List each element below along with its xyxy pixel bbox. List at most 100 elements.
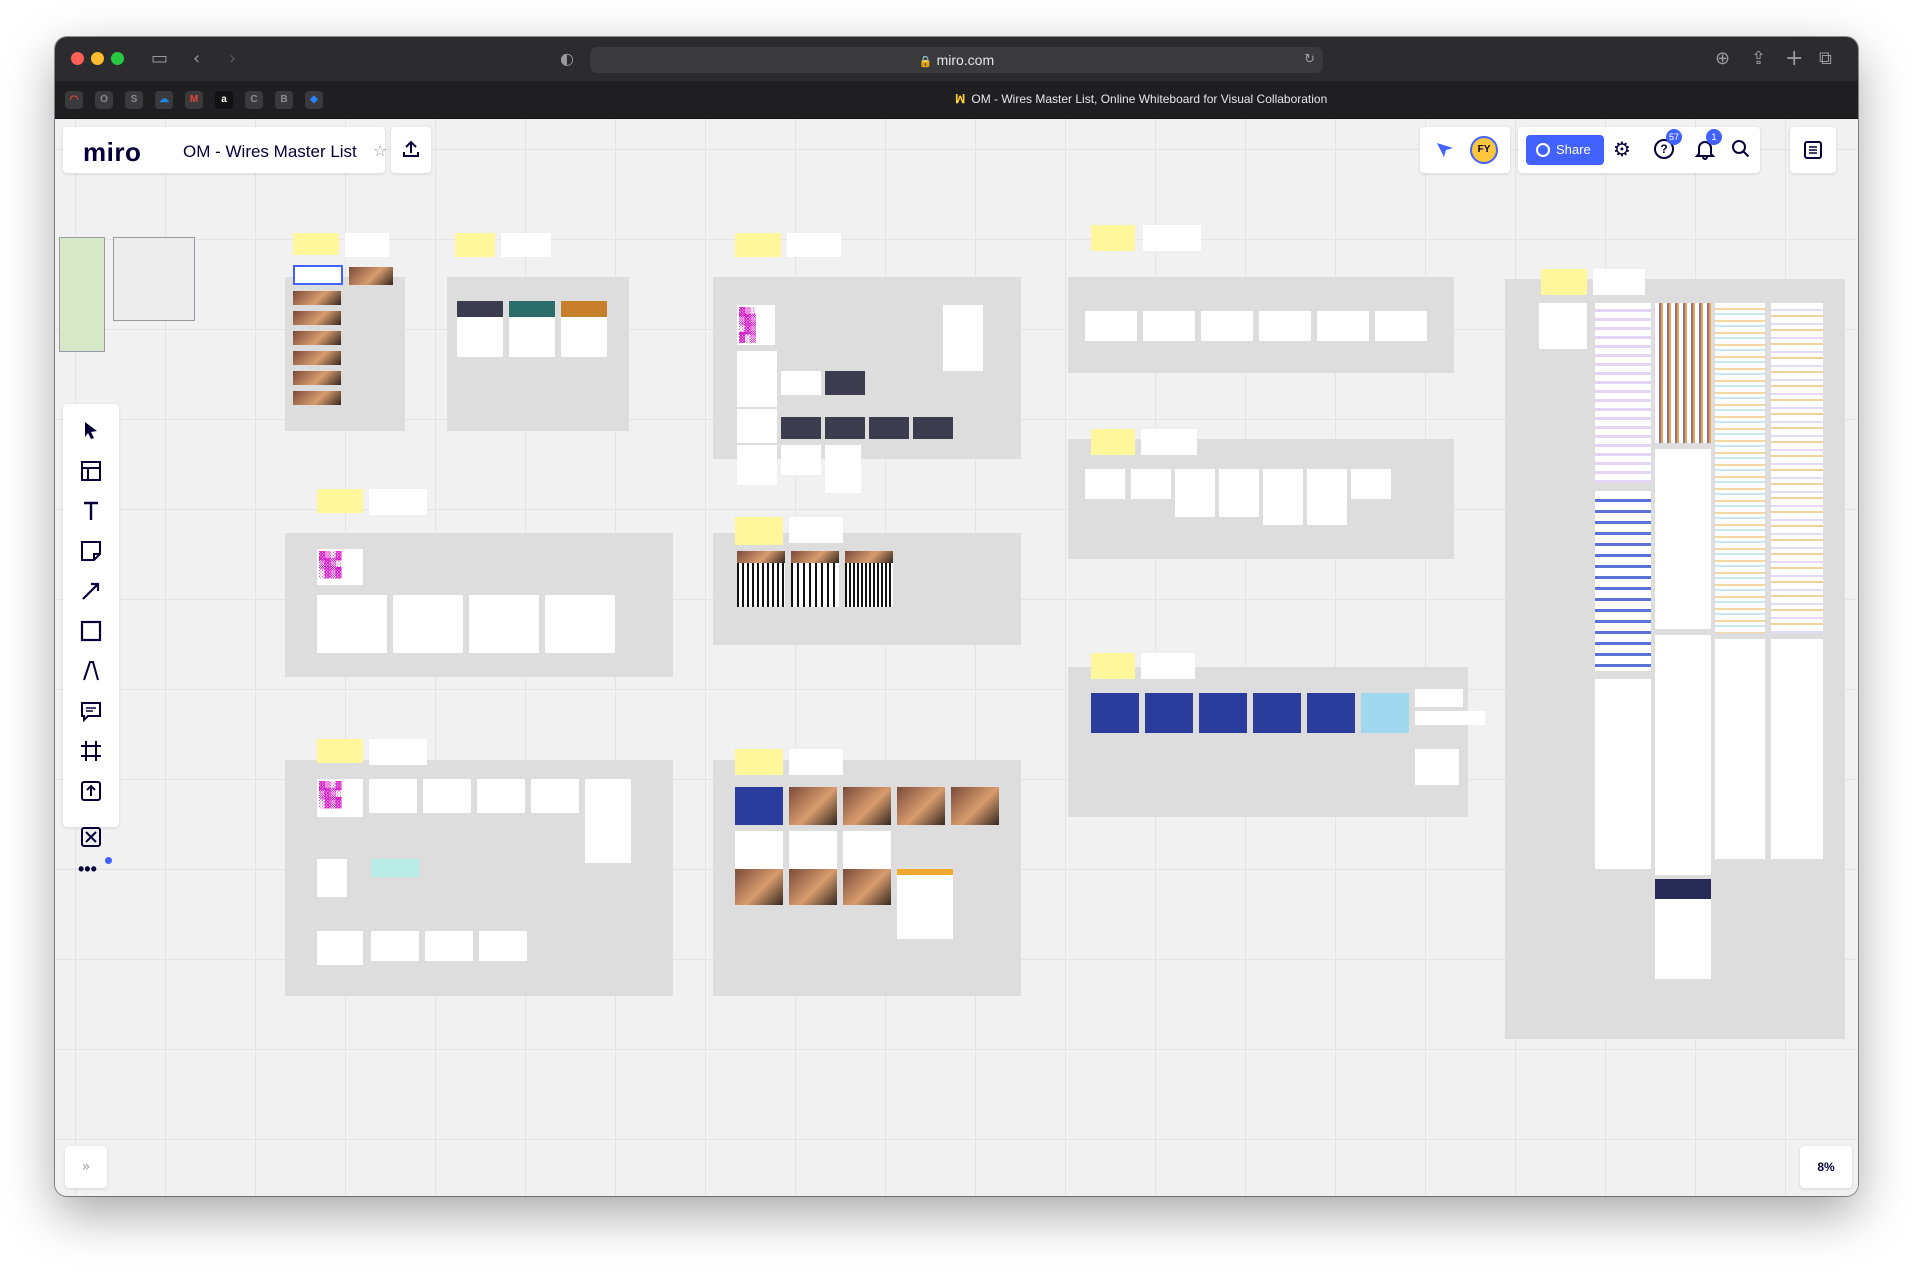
download-icon[interactable]: ⊕ bbox=[1715, 47, 1730, 71]
card-log-in-3[interactable] bbox=[1199, 693, 1247, 733]
card-components-4[interactable] bbox=[1715, 303, 1765, 633]
card-events-listing-6[interactable] bbox=[1351, 469, 1391, 499]
card-content-2[interactable] bbox=[423, 779, 471, 813]
frame-log-in[interactable] bbox=[1068, 667, 1468, 817]
forward-icon[interactable]: › bbox=[229, 47, 236, 71]
miro-logo[interactable]: miro bbox=[83, 137, 141, 168]
tab-overview-icon[interactable]: ⧉ bbox=[1819, 47, 1832, 71]
card-event-details-side[interactable] bbox=[943, 305, 983, 371]
favicon-b-icon[interactable]: B bbox=[275, 91, 293, 109]
board-thumbnail-2[interactable] bbox=[113, 237, 195, 321]
card-content-pages-header[interactable] bbox=[369, 739, 427, 765]
card-insights-header[interactable] bbox=[789, 517, 843, 543]
sticky-note-events-listing[interactable] bbox=[1091, 429, 1135, 455]
board-menu-icon[interactable] bbox=[1802, 139, 1824, 161]
card-insights-chart-2[interactable] bbox=[791, 563, 839, 607]
card-event-details-modal-3[interactable] bbox=[825, 417, 865, 439]
card-events-2[interactable] bbox=[393, 595, 463, 653]
card-contacts-2[interactable] bbox=[1143, 311, 1195, 341]
card-content-1[interactable] bbox=[369, 779, 417, 813]
card-log-in-5[interactable] bbox=[1307, 693, 1355, 733]
card-log-in-4[interactable] bbox=[1253, 693, 1301, 733]
card-components-10[interactable] bbox=[1715, 639, 1765, 859]
card-components-header[interactable] bbox=[1593, 269, 1645, 295]
card-event-details-header[interactable] bbox=[787, 233, 841, 257]
zoom-level[interactable]: 8% bbox=[1800, 1146, 1852, 1188]
card-logged-in-8[interactable] bbox=[843, 831, 891, 871]
card-components-7[interactable] bbox=[1655, 449, 1711, 629]
card-events-listing-header[interactable] bbox=[1141, 429, 1197, 455]
card-landing-header[interactable] bbox=[345, 233, 389, 257]
card-components-12[interactable] bbox=[1655, 879, 1711, 979]
card-components-8[interactable] bbox=[1595, 679, 1651, 869]
card-log-in-6[interactable] bbox=[1361, 693, 1409, 733]
shape-tool-icon[interactable] bbox=[78, 618, 104, 644]
card-landing-photo-6[interactable] bbox=[293, 371, 341, 385]
favicon-c-icon[interactable]: C bbox=[245, 91, 263, 109]
card-logged-in-7[interactable] bbox=[789, 831, 837, 871]
favicon-o-icon[interactable]: O bbox=[95, 91, 113, 109]
close-window-button[interactable] bbox=[71, 52, 84, 65]
card-contacts-4[interactable] bbox=[1259, 311, 1311, 341]
card-event-details-5[interactable] bbox=[781, 445, 821, 475]
card-events-listing-2[interactable] bbox=[1175, 469, 1215, 517]
card-logged-in-header[interactable] bbox=[789, 749, 843, 775]
card-events-listing-3[interactable] bbox=[1219, 469, 1259, 517]
comment-icon[interactable] bbox=[78, 698, 104, 724]
frame-events-listing[interactable] bbox=[1068, 439, 1454, 559]
maximize-window-button[interactable] bbox=[111, 52, 124, 65]
card-content-7[interactable] bbox=[371, 931, 419, 961]
card-content-8[interactable] bbox=[425, 931, 473, 961]
sticky-note-content-pages[interactable] bbox=[317, 739, 363, 763]
card-logged-in-6[interactable] bbox=[735, 831, 783, 871]
card-programs-header[interactable] bbox=[501, 233, 551, 257]
sidebar-toggle-icon[interactable]: ▭ bbox=[151, 47, 168, 71]
card-content-label-3[interactable] bbox=[317, 931, 363, 965]
favicon-s-icon[interactable]: S bbox=[125, 91, 143, 109]
card-events-4[interactable] bbox=[545, 595, 615, 653]
settings-sliders-icon[interactable]: ⚙ bbox=[1613, 137, 1631, 161]
card-log-in-9[interactable] bbox=[1415, 749, 1459, 785]
card-content-5[interactable] bbox=[585, 779, 631, 863]
card-log-in-1[interactable] bbox=[1091, 693, 1139, 733]
reload-icon[interactable]: ↻ bbox=[1304, 47, 1315, 73]
card-event-details-4[interactable] bbox=[737, 445, 777, 485]
card-logged-in-4[interactable] bbox=[897, 787, 945, 825]
embed-icon[interactable] bbox=[78, 824, 104, 850]
search-icon[interactable] bbox=[1730, 138, 1752, 160]
card-landing-photo-3[interactable] bbox=[293, 311, 341, 325]
card-content-9[interactable] bbox=[479, 931, 527, 961]
card-event-details-3[interactable] bbox=[737, 409, 777, 443]
card-components-6[interactable] bbox=[1595, 491, 1651, 671]
address-bar[interactable]: 🔒 miro.com ↻ bbox=[590, 47, 1323, 73]
card-event-details-modal-2[interactable] bbox=[781, 417, 821, 439]
card-content-6[interactable] bbox=[371, 859, 419, 877]
upload-icon[interactable] bbox=[400, 138, 422, 160]
privacy-shield-icon[interactable]: ◐ bbox=[560, 47, 574, 71]
sticky-note-events[interactable] bbox=[317, 489, 363, 513]
card-landing-photo-4[interactable] bbox=[293, 331, 341, 345]
card-landing-photo[interactable] bbox=[349, 267, 393, 285]
card-log-in-2[interactable] bbox=[1145, 693, 1193, 733]
star-icon[interactable]: ☆ bbox=[373, 141, 387, 160]
expand-panel-button[interactable]: » bbox=[65, 1146, 107, 1188]
card-events-3[interactable] bbox=[469, 595, 539, 653]
card-components-3[interactable] bbox=[1655, 303, 1711, 443]
minimize-window-button[interactable] bbox=[91, 52, 104, 65]
card-contacts-1[interactable] bbox=[1085, 311, 1137, 341]
favicon-gmail-icon[interactable]: M bbox=[185, 91, 203, 109]
back-icon[interactable]: ‹ bbox=[193, 47, 200, 71]
board-thumbnail-1[interactable] bbox=[59, 237, 105, 352]
sticky-note-contacts[interactable] bbox=[1091, 225, 1135, 251]
card-logged-in-11[interactable] bbox=[843, 869, 891, 905]
new-tab-icon[interactable]: + bbox=[1785, 47, 1803, 71]
card-events-listing-5[interactable] bbox=[1307, 469, 1347, 525]
active-tab[interactable]: ꟽ OM - Wires Master List, Online Whiteboa… bbox=[955, 92, 1327, 106]
sticky-note-logged-in[interactable] bbox=[735, 749, 783, 775]
card-insights-chart-3[interactable] bbox=[845, 563, 893, 607]
share-button[interactable]: Share bbox=[1526, 135, 1604, 165]
card-event-details-modal-4[interactable] bbox=[869, 417, 909, 439]
card-logged-in-5[interactable] bbox=[951, 787, 999, 825]
text-tool-icon[interactable] bbox=[78, 498, 104, 524]
sticky-note-components[interactable] bbox=[1541, 269, 1587, 295]
